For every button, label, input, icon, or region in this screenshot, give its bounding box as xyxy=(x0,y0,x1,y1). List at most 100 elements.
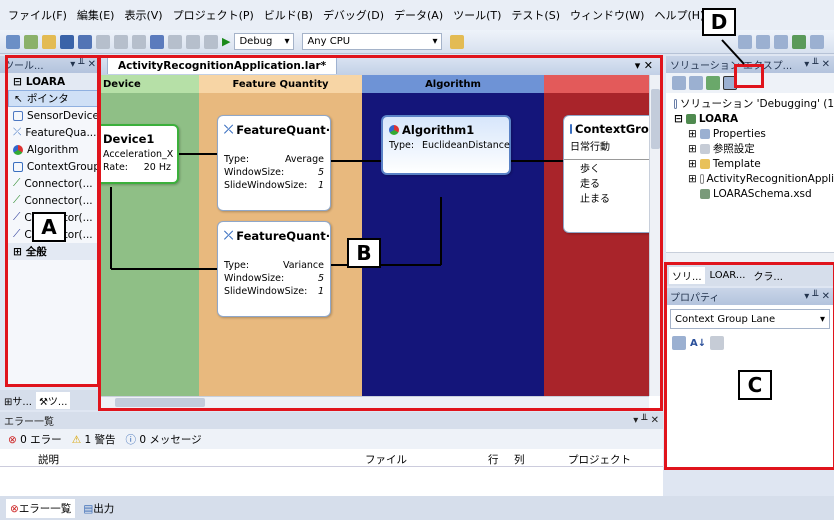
class-view-tab[interactable]: クラ... xyxy=(750,267,786,284)
column-line[interactable]: 行 xyxy=(488,452,499,467)
toolbox-item-connector-1[interactable]: ⟋ Connector(... xyxy=(8,175,100,192)
menu-data[interactable]: データ(A) xyxy=(394,7,443,23)
pointer-icon: ↖ xyxy=(14,92,23,105)
error-list-title-bar: エラー一覧 ▾ ╨ ✕ xyxy=(0,412,663,429)
context-group-node[interactable]: ContextGrou 日常行動 歩く 走る 止まる xyxy=(563,115,649,233)
tree-item-template[interactable]: ⊞ Template xyxy=(674,156,834,171)
add-item-icon[interactable] xyxy=(24,34,38,49)
paste-icon[interactable] xyxy=(132,34,146,49)
designer-horizontal-scrollbar[interactable] xyxy=(101,396,649,408)
property-pages-icon[interactable] xyxy=(710,336,725,350)
context-item-stop[interactable]: 止まる xyxy=(580,192,649,207)
feature-quantity-node-1[interactable]: ⤫ FeatureQuant··· Type: Average WindowSize… xyxy=(217,115,331,211)
properties-icon[interactable] xyxy=(672,76,686,90)
output-tab[interactable]: ▤出力 xyxy=(79,499,118,518)
toolbox-tab[interactable]: ⚒ツ... xyxy=(35,391,71,409)
document-tab[interactable]: ActivityRecognitionApplication.lar* xyxy=(107,57,338,74)
designer-vertical-scrollbar[interactable] xyxy=(649,75,661,396)
solution-horizontal-scrollbar[interactable] xyxy=(666,252,834,264)
device-node[interactable]: Device1 Acceleration_X Rate: 20 Hz xyxy=(101,124,179,184)
view-designer-icon[interactable] xyxy=(723,76,737,90)
toolbox-group-general[interactable]: ⊞ 全般 xyxy=(8,243,100,260)
vertical-scroll-thumb[interactable] xyxy=(651,89,660,149)
new-project-icon[interactable] xyxy=(6,34,20,49)
menu-debug[interactable]: デバッグ(D) xyxy=(323,7,384,23)
toolbox-controls[interactable]: ▾ ╨ ✕ xyxy=(70,59,96,70)
menu-help[interactable]: ヘルプ(H) xyxy=(654,7,704,23)
toolbox-icon[interactable] xyxy=(774,34,788,49)
errors-filter[interactable]: ⊗ 0 エラー xyxy=(8,432,62,447)
save-all-icon[interactable] xyxy=(78,34,92,49)
solution-explorer-tab[interactable]: ソリ... xyxy=(669,266,705,284)
column-project[interactable]: プロジェクト xyxy=(568,452,631,467)
menu-file[interactable]: ファイル(F) xyxy=(8,7,67,23)
navigate-icon[interactable] xyxy=(186,34,200,49)
toolbox-item-contextgroup[interactable]: ContextGroup xyxy=(8,158,100,175)
expand-icon: ⊞ xyxy=(688,172,697,185)
object-browser-icon[interactable] xyxy=(792,34,806,49)
solution-icon xyxy=(674,98,678,109)
menu-project[interactable]: プロジェクト(P) xyxy=(173,7,254,23)
undo-icon[interactable] xyxy=(150,34,164,49)
device-node-rate: Rate: 20 Hz xyxy=(103,162,171,173)
folder-icon xyxy=(699,158,710,169)
error-list-tab[interactable]: ⊗エラー一覧 xyxy=(6,498,76,518)
more-icon[interactable] xyxy=(810,34,824,49)
tree-item-lar-file[interactable]: ⊞ ActivityRecognitionAppli xyxy=(674,171,834,186)
context-item-walk[interactable]: 歩く xyxy=(580,162,649,177)
column-column[interactable]: 列 xyxy=(514,452,525,467)
messages-filter[interactable]: ⓘ 0 メッセージ xyxy=(125,432,201,447)
algorithm-node[interactable]: Algorithm1 Type: EuclideanDistance xyxy=(381,115,511,175)
menu-tools[interactable]: ツール(T) xyxy=(453,7,501,23)
toolbox-item-sensordevice[interactable]: SensorDevice xyxy=(8,107,100,124)
navigate-forward-icon[interactable] xyxy=(204,34,218,49)
sort-alpha-icon[interactable]: A↓ xyxy=(690,338,706,349)
config-select[interactable]: Debug ▾ xyxy=(234,33,295,50)
show-all-files-icon[interactable] xyxy=(689,76,703,90)
tree-item-properties[interactable]: ⊞ Properties xyxy=(674,126,834,141)
menu-window[interactable]: ウィンドウ(W) xyxy=(570,7,644,23)
toolbox-item-pointer[interactable]: ↖ ポインタ xyxy=(8,90,100,107)
server-explorer-tab[interactable]: ⊞サ... xyxy=(4,393,32,408)
warnings-filter[interactable]: ⚠ 1 警告 xyxy=(72,432,116,447)
solution-explorer-controls[interactable]: ▾ ╨ ✕ xyxy=(804,59,830,70)
categorized-icon[interactable] xyxy=(672,336,686,350)
error-list-controls[interactable]: ▾ ╨ ✕ xyxy=(633,415,659,426)
context-title: ContextGrou xyxy=(575,122,649,136)
column-description[interactable]: 説明 xyxy=(38,452,59,467)
save-icon[interactable] xyxy=(60,34,74,49)
warning-icon: ⚠ xyxy=(71,433,82,446)
toolbox-item-connector-2[interactable]: ⟋ Connector(... xyxy=(8,192,100,209)
copy-icon[interactable] xyxy=(114,34,128,49)
solution-tabs: ソリ... LOAR... クラ... xyxy=(666,264,834,286)
redo-icon[interactable] xyxy=(168,34,182,49)
platform-select[interactable]: Any CPU ▾ xyxy=(302,33,443,50)
cut-icon[interactable] xyxy=(96,34,110,49)
find-icon[interactable] xyxy=(450,34,465,49)
design-surface[interactable]: Device Feature Quantity Algorithm Device… xyxy=(101,75,649,396)
start-debug-icon[interactable]: ▶ xyxy=(222,35,230,48)
menu-view[interactable]: 表示(V) xyxy=(124,7,162,23)
annotation-label-b: B xyxy=(347,238,381,268)
open-icon[interactable] xyxy=(42,34,56,49)
properties-controls[interactable]: ▾ ╨ ✕ xyxy=(804,291,830,302)
loara-tab[interactable]: LOAR... xyxy=(707,269,749,282)
refresh-icon[interactable] xyxy=(706,76,720,90)
tree-solution-root[interactable]: ソリューション 'Debugging' (1 xyxy=(674,96,834,111)
menu-test[interactable]: テスト(S) xyxy=(511,7,560,23)
tree-item-xsd-file[interactable]: LOARASchema.xsd xyxy=(674,186,834,201)
toolbox-item-featurequantity[interactable]: ⤫ FeatureQua... xyxy=(8,124,100,141)
context-item-run[interactable]: 走る xyxy=(580,177,649,192)
tree-item-references[interactable]: ⊞ 参照設定 xyxy=(674,141,834,156)
menu-edit[interactable]: 編集(E) xyxy=(77,7,115,23)
tree-project[interactable]: ⊟ LOARA xyxy=(674,111,834,126)
toolbox-item-algorithm[interactable]: Algorithm xyxy=(8,141,100,158)
column-file[interactable]: ファイル xyxy=(365,452,407,467)
document-tab-controls[interactable]: ▾ ✕ xyxy=(635,59,653,72)
menu-build[interactable]: ビルド(B) xyxy=(264,7,313,23)
feature-quantity-node-2[interactable]: ⤫ FeatureQuant··· Type: Variance WindowSiz… xyxy=(217,221,331,317)
properties-object-select[interactable]: Context Group Lane ▾ xyxy=(670,309,830,329)
horizontal-scroll-thumb[interactable] xyxy=(115,398,205,407)
toolbox-tabs: ⊞サ... ⚒ツ... xyxy=(0,390,100,410)
toolbox-group-loara[interactable]: ⊟ LOARA xyxy=(8,73,100,90)
